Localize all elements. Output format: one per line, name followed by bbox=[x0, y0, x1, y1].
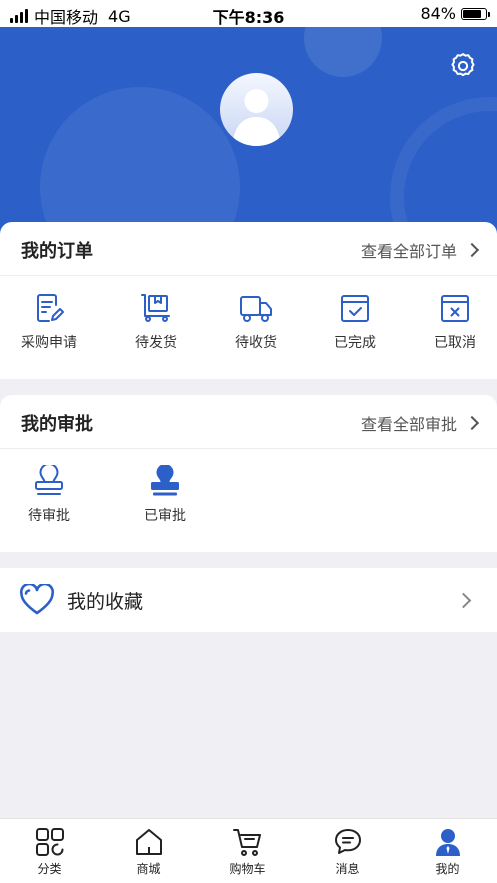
category-grid-icon bbox=[35, 828, 64, 856]
decor-circle bbox=[390, 97, 497, 237]
orders-card: 我的订单 查看全部订单 采购申请 待发货 待收货 已完成 已取消 bbox=[0, 222, 497, 379]
page: 中国移动 4G 下午8:36 84% 我的订单 查看全部订单 采购申请 待发货 … bbox=[0, 0, 497, 883]
order-item-label: 已完成 bbox=[334, 335, 376, 351]
tab-cart[interactable]: 购物车 bbox=[198, 827, 297, 877]
decor-circle bbox=[40, 87, 240, 237]
chevron-right-icon bbox=[464, 242, 480, 258]
orders-header: 我的订单 查看全部订单 bbox=[0, 222, 497, 276]
truck-icon bbox=[240, 296, 272, 322]
order-to-ship[interactable]: 待发货 bbox=[111, 292, 201, 352]
stamp-filled-icon bbox=[151, 465, 179, 496]
orders-title: 我的订单 bbox=[21, 241, 93, 262]
bottom-tab-bar: 分类 商城 购物车 消息 我的 bbox=[0, 818, 497, 883]
approvals-header: 我的审批 查看全部审批 bbox=[0, 395, 497, 449]
tab-category[interactable]: 分类 bbox=[0, 827, 99, 877]
view-all-orders-link[interactable]: 查看全部订单 bbox=[360, 238, 480, 262]
order-cancelled[interactable]: 已取消 bbox=[410, 292, 497, 352]
order-item-label: 已取消 bbox=[434, 335, 476, 351]
calendar-check-icon bbox=[341, 295, 369, 322]
tab-label: 购物车 bbox=[229, 862, 266, 876]
approvals-grid: 待审批 已审批 bbox=[0, 449, 497, 552]
approval-item-label: 待审批 bbox=[28, 508, 70, 524]
status-right: 84% bbox=[420, 4, 490, 23]
order-item-label: 待收货 bbox=[235, 335, 277, 351]
tab-label: 消息 bbox=[335, 862, 360, 876]
calendar-cancel-icon bbox=[441, 295, 469, 322]
box-icon bbox=[141, 294, 170, 322]
order-completed[interactable]: 已完成 bbox=[310, 292, 400, 352]
status-bar: 中国移动 4G 下午8:36 84% bbox=[0, 0, 497, 27]
approval-item-label: 已审批 bbox=[144, 508, 186, 524]
tab-label: 我的 bbox=[435, 862, 460, 876]
favorites-row[interactable]: 我的收藏 bbox=[0, 568, 497, 632]
user-avatar-icon[interactable] bbox=[220, 73, 293, 146]
purchase-request-icon bbox=[37, 294, 64, 322]
approvals-title: 我的审批 bbox=[21, 414, 93, 435]
tab-mine[interactable]: 我的 bbox=[398, 827, 497, 877]
order-item-label: 采购申请 bbox=[21, 335, 77, 351]
cart-icon bbox=[232, 829, 261, 856]
approvals-card: 我的审批 查看全部审批 待审批 已审批 bbox=[0, 395, 497, 552]
decor-circle bbox=[304, 27, 382, 77]
view-all-approvals-link[interactable]: 查看全部审批 bbox=[360, 411, 480, 435]
chevron-right-icon bbox=[464, 415, 480, 431]
battery-icon bbox=[461, 7, 490, 20]
view-all-approvals-label: 查看全部审批 bbox=[360, 415, 457, 434]
view-all-orders-label: 查看全部订单 bbox=[360, 242, 457, 261]
chevron-right-icon bbox=[455, 592, 472, 609]
stamp-outline-icon bbox=[35, 465, 63, 495]
heart-icon bbox=[19, 584, 55, 615]
order-purchase-request[interactable]: 采购申请 bbox=[4, 292, 94, 352]
profile-header bbox=[0, 27, 497, 237]
tab-messages[interactable]: 消息 bbox=[298, 827, 397, 877]
orders-grid: 采购申请 待发货 待收货 已完成 已取消 bbox=[0, 276, 497, 379]
home-icon bbox=[135, 829, 162, 855]
gear-icon[interactable] bbox=[448, 51, 478, 81]
chat-icon bbox=[334, 829, 361, 854]
battery-percent: 84% bbox=[420, 4, 456, 23]
approval-pending[interactable]: 待审批 bbox=[4, 465, 94, 525]
order-item-label: 待发货 bbox=[135, 335, 177, 351]
order-to-receive[interactable]: 待收货 bbox=[211, 292, 301, 352]
tab-label: 分类 bbox=[37, 862, 62, 876]
approval-done[interactable]: 已审批 bbox=[120, 465, 210, 525]
tab-label: 商城 bbox=[136, 862, 161, 876]
favorites-label: 我的收藏 bbox=[67, 591, 144, 613]
user-icon bbox=[435, 829, 460, 856]
tab-mall[interactable]: 商城 bbox=[99, 827, 198, 877]
